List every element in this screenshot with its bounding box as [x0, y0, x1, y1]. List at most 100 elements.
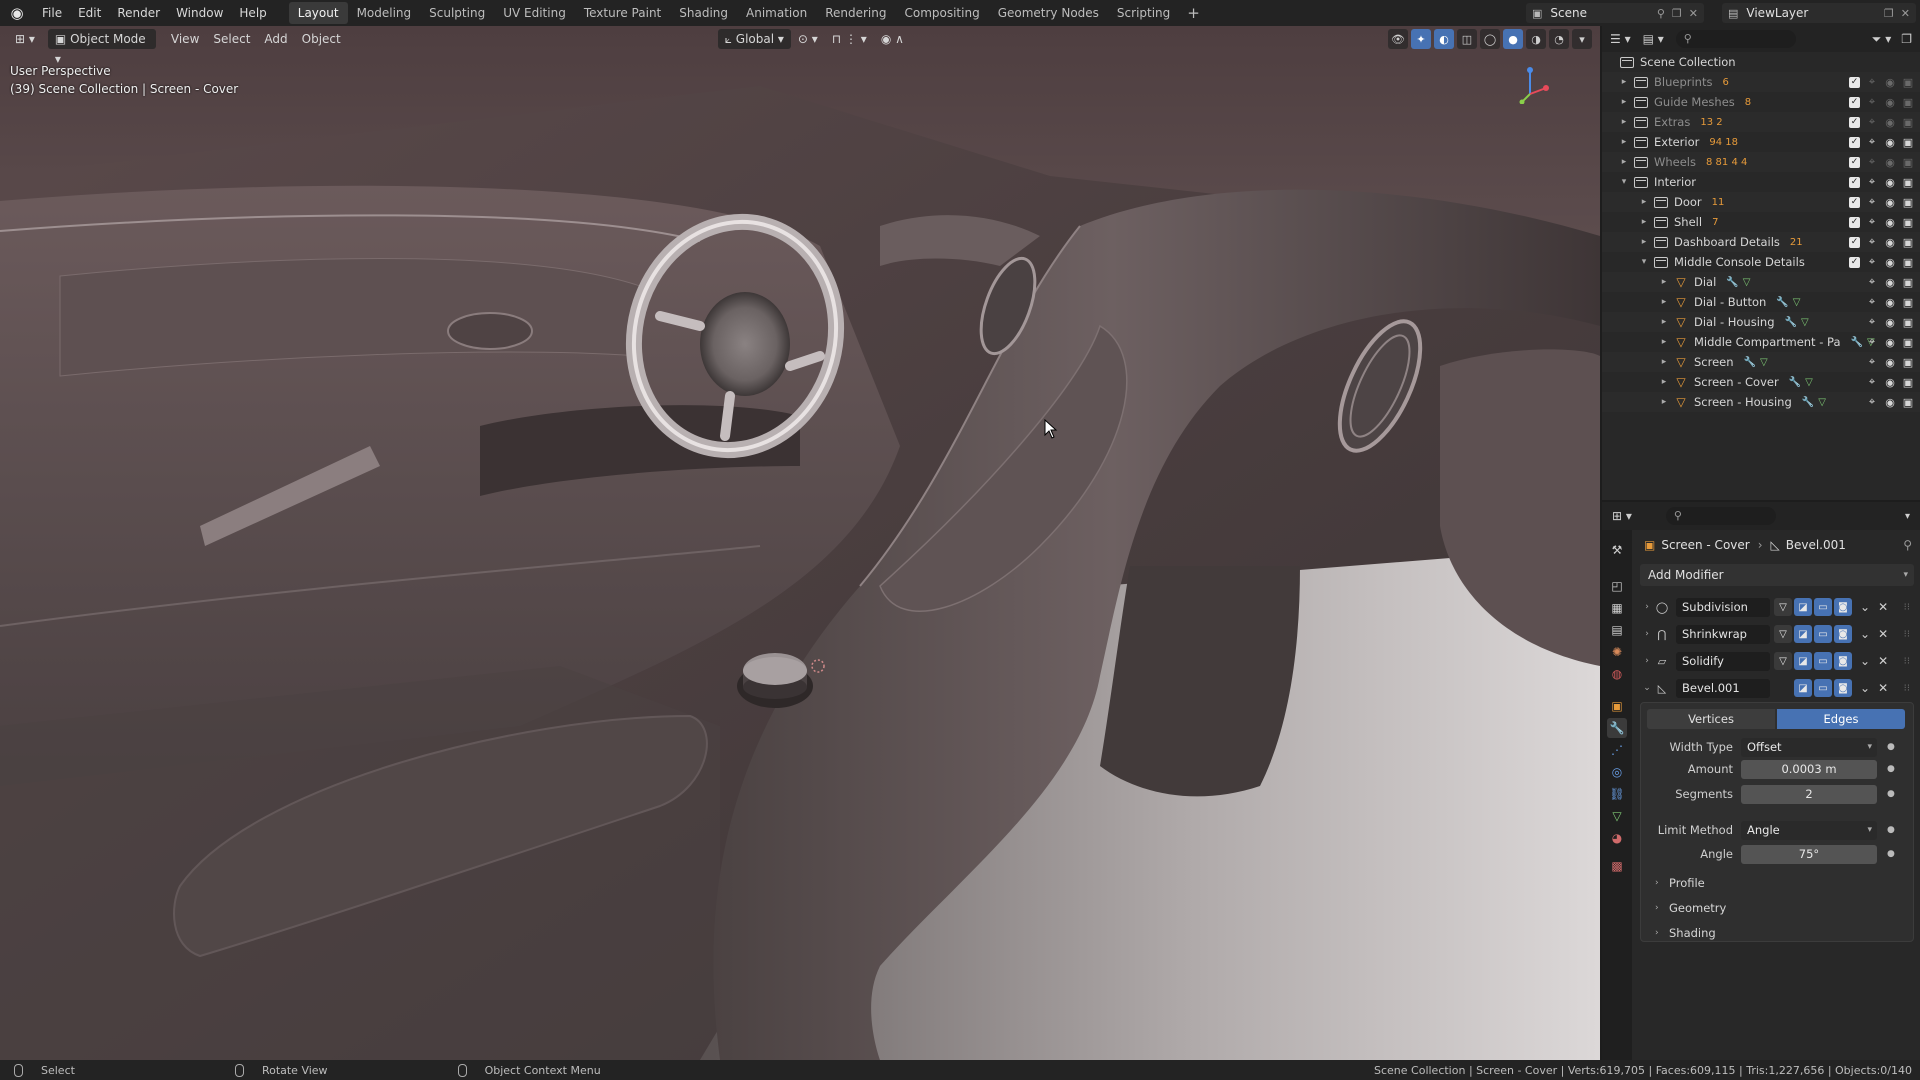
expand-arrow-icon[interactable]: ▸ — [1618, 137, 1630, 147]
render-tab-icon[interactable]: ◰ — [1607, 576, 1627, 596]
selectable-icon[interactable]: ⌖ — [1866, 135, 1878, 149]
wireframe-shading-icon[interactable]: ◯ — [1480, 29, 1500, 49]
outliner-row-blueprints[interactable]: ▸ Blueprints 6 ✓ ⌖ ◉ ▣ — [1602, 72, 1920, 92]
outliner-row-dial-housing[interactable]: ▸ ▽ Dial - Housing 🔧 ▽ ⌖ ◉ ▣ — [1602, 312, 1920, 332]
outliner-row-door[interactable]: ▸ Door 11 ✓ ⌖ ◉ ▣ — [1602, 192, 1920, 212]
exclude-checkbox[interactable]: ✓ — [1849, 136, 1860, 148]
expand-arrow-icon[interactable]: ▾ — [1618, 177, 1630, 187]
selectable-icon[interactable]: ⌖ — [1866, 115, 1878, 129]
editor-type-icon[interactable]: ⊞ ▾ — [8, 29, 42, 49]
keyframe-dot-icon[interactable]: ● — [1887, 825, 1895, 835]
modifier-bevel[interactable]: ⌄ ◺ Bevel.001 ◪ ▭ ◙ ⌄ ✕ ⁝⁝ — [1640, 677, 1914, 699]
selectable-icon[interactable]: ⌖ — [1866, 155, 1878, 169]
exclude-checkbox[interactable]: ✓ — [1849, 76, 1860, 88]
collapse-arrow-icon[interactable]: ⌄ — [1640, 683, 1654, 693]
expand-arrow-icon[interactable]: ▸ — [1618, 77, 1630, 87]
outliner-row-dial-button[interactable]: ▸ ▽ Dial - Button 🔧 ▽ ⌖ ◉ ▣ — [1602, 292, 1920, 312]
menu-select[interactable]: Select — [206, 29, 257, 49]
expand-arrow-icon[interactable]: › — [1640, 629, 1654, 639]
eye-icon[interactable]: ◉ — [1884, 236, 1896, 249]
delete-scene-icon[interactable]: ✕ — [1689, 7, 1698, 20]
new-collection-icon[interactable]: ❐ — [1901, 32, 1912, 46]
expand-arrow-icon[interactable]: ▸ — [1638, 237, 1650, 247]
modifier-icon[interactable]: 🔧 — [1802, 397, 1814, 408]
modifier-name[interactable]: Subdivision — [1676, 597, 1770, 617]
material-tab-icon[interactable]: ◕ — [1607, 828, 1627, 848]
modifier-solidify[interactable]: › ▱ Solidify ▽ ◪ ▭ ◙ ⌄ ✕ ⁝⁝ — [1640, 650, 1914, 672]
camera-icon[interactable]: ▣ — [1902, 196, 1914, 209]
outliner-row-interior[interactable]: ▾ Interior ✓ ⌖ ◉ ▣ — [1602, 172, 1920, 192]
selectable-icon[interactable]: ⌖ — [1866, 335, 1878, 349]
outliner-row-dial[interactable]: ▸ ▽ Dial 🔧 ▽ ⌖ ◉ ▣ — [1602, 272, 1920, 292]
subpanel-geometry[interactable]: › Geometry — [1655, 898, 1726, 918]
blender-logo-icon[interactable]: ◉ — [0, 0, 34, 26]
tab-scripting[interactable]: Scripting — [1108, 2, 1179, 24]
selectable-icon[interactable]: ⌖ — [1866, 215, 1878, 229]
exclude-checkbox[interactable]: ✓ — [1849, 256, 1860, 268]
selectable-icon[interactable]: ⌖ — [1866, 235, 1878, 249]
camera-icon[interactable]: ▣ — [1902, 396, 1914, 409]
pin-icon[interactable]: ⚲ — [1657, 7, 1665, 20]
camera-icon[interactable]: ▣ — [1902, 276, 1914, 289]
drag-handle-icon[interactable]: ⁝⁝ — [1904, 629, 1910, 640]
particles-tab-icon[interactable]: ⋰ — [1607, 740, 1627, 760]
segments-field[interactable]: 2 — [1741, 784, 1877, 804]
data-tab-icon[interactable]: ▽ — [1607, 806, 1627, 826]
eye-icon[interactable]: ◉ — [1884, 296, 1896, 309]
modifier-icon[interactable]: 🔧 — [1726, 277, 1738, 288]
expand-arrow-icon[interactable]: › — [1640, 656, 1654, 666]
transform-orientation-dropdown[interactable]: ⟀ Global ▾ — [717, 29, 791, 49]
camera-icon[interactable]: ▣ — [1902, 116, 1914, 129]
chevron-down-icon[interactable]: ▾ — [1905, 511, 1910, 522]
render-icon[interactable]: ◙ — [1834, 652, 1852, 670]
eye-icon[interactable]: ◉ — [1884, 176, 1896, 189]
eye-icon[interactable]: ◉ — [1884, 376, 1896, 389]
material-shading-icon[interactable]: ◑ — [1526, 29, 1546, 49]
proportional-edit-icon[interactable]: ◉ ∧ — [874, 29, 911, 49]
mesh-data-icon[interactable]: ▽ — [1743, 277, 1751, 288]
expand-arrow-icon[interactable]: ▸ — [1658, 357, 1670, 367]
modifier-icon[interactable]: 🔧 — [1789, 377, 1801, 388]
modifier-tab-icon[interactable]: 🔧 — [1607, 718, 1627, 738]
expand-arrow-icon[interactable]: ▸ — [1658, 397, 1670, 407]
keyframe-dot-icon[interactable]: ● — [1887, 789, 1895, 799]
drag-handle-icon[interactable]: ⁝⁝ — [1904, 602, 1910, 613]
scene-selector[interactable]: ▣ Scene ⚲ ❐ ✕ — [1526, 3, 1704, 23]
outliner-row-extras[interactable]: ▸ Extras 13 2 ✓ ⌖ ◉ ▣ — [1602, 112, 1920, 132]
menu-help[interactable]: Help — [231, 0, 274, 26]
eye-icon[interactable]: ◉ — [1884, 116, 1896, 129]
selectable-icon[interactable]: ⌖ — [1866, 395, 1878, 409]
menu-file[interactable]: File — [34, 0, 70, 26]
selectable-icon[interactable]: ⌖ — [1866, 375, 1878, 389]
drag-handle-icon[interactable]: ⁝⁝ — [1904, 683, 1910, 694]
overlay-toggle-icon[interactable]: ◐ — [1434, 29, 1454, 49]
selectable-icon[interactable]: ⌖ — [1866, 295, 1878, 309]
eye-icon[interactable]: ◉ — [1884, 96, 1896, 109]
expand-arrow-icon[interactable]: ▸ — [1658, 277, 1670, 287]
realtime-icon[interactable]: ▭ — [1814, 679, 1832, 697]
expand-arrow-icon[interactable]: ▸ — [1658, 337, 1670, 347]
on-cage-icon[interactable]: ▽ — [1774, 598, 1792, 616]
camera-icon[interactable]: ▣ — [1902, 336, 1914, 349]
chevron-down-icon[interactable]: ⌄ — [1860, 654, 1870, 668]
menu-render[interactable]: Render — [109, 0, 168, 26]
add-modifier-button[interactable]: Add Modifier ▾ — [1640, 564, 1914, 586]
rendered-shading-icon[interactable]: ◔ — [1549, 29, 1569, 49]
menu-object[interactable]: Object — [295, 29, 348, 49]
new-scene-icon[interactable]: ❐ — [1672, 7, 1682, 20]
output-tab-icon[interactable]: ▦ — [1607, 598, 1627, 618]
tab-shading[interactable]: Shading — [670, 2, 737, 24]
outliner-row-exterior[interactable]: ▸ Exterior 94 18 ✓ ⌖ ◉ ▣ — [1602, 132, 1920, 152]
modifier-shrinkwrap[interactable]: › ⋂ Shrinkwrap ▽ ◪ ▭ ◙ ⌄ ✕ ⁝⁝ — [1640, 623, 1914, 645]
camera-icon[interactable]: ▣ — [1902, 96, 1914, 109]
camera-icon[interactable]: ▣ — [1902, 176, 1914, 189]
tab-animation[interactable]: Animation — [737, 2, 816, 24]
new-layer-icon[interactable]: ❐ — [1884, 7, 1894, 20]
world-tab-icon[interactable]: ◍ — [1607, 664, 1627, 684]
on-cage-icon[interactable]: ▽ — [1774, 652, 1792, 670]
solid-shading-icon[interactable]: ● — [1503, 29, 1523, 49]
limit-method-dropdown[interactable]: Angle ▾ — [1741, 820, 1877, 840]
outliner-row-shell[interactable]: ▸ Shell 7 ✓ ⌖ ◉ ▣ — [1602, 212, 1920, 232]
render-icon[interactable]: ◙ — [1834, 598, 1852, 616]
display-mode-icon[interactable]: ▤ ▾ — [1643, 32, 1664, 46]
